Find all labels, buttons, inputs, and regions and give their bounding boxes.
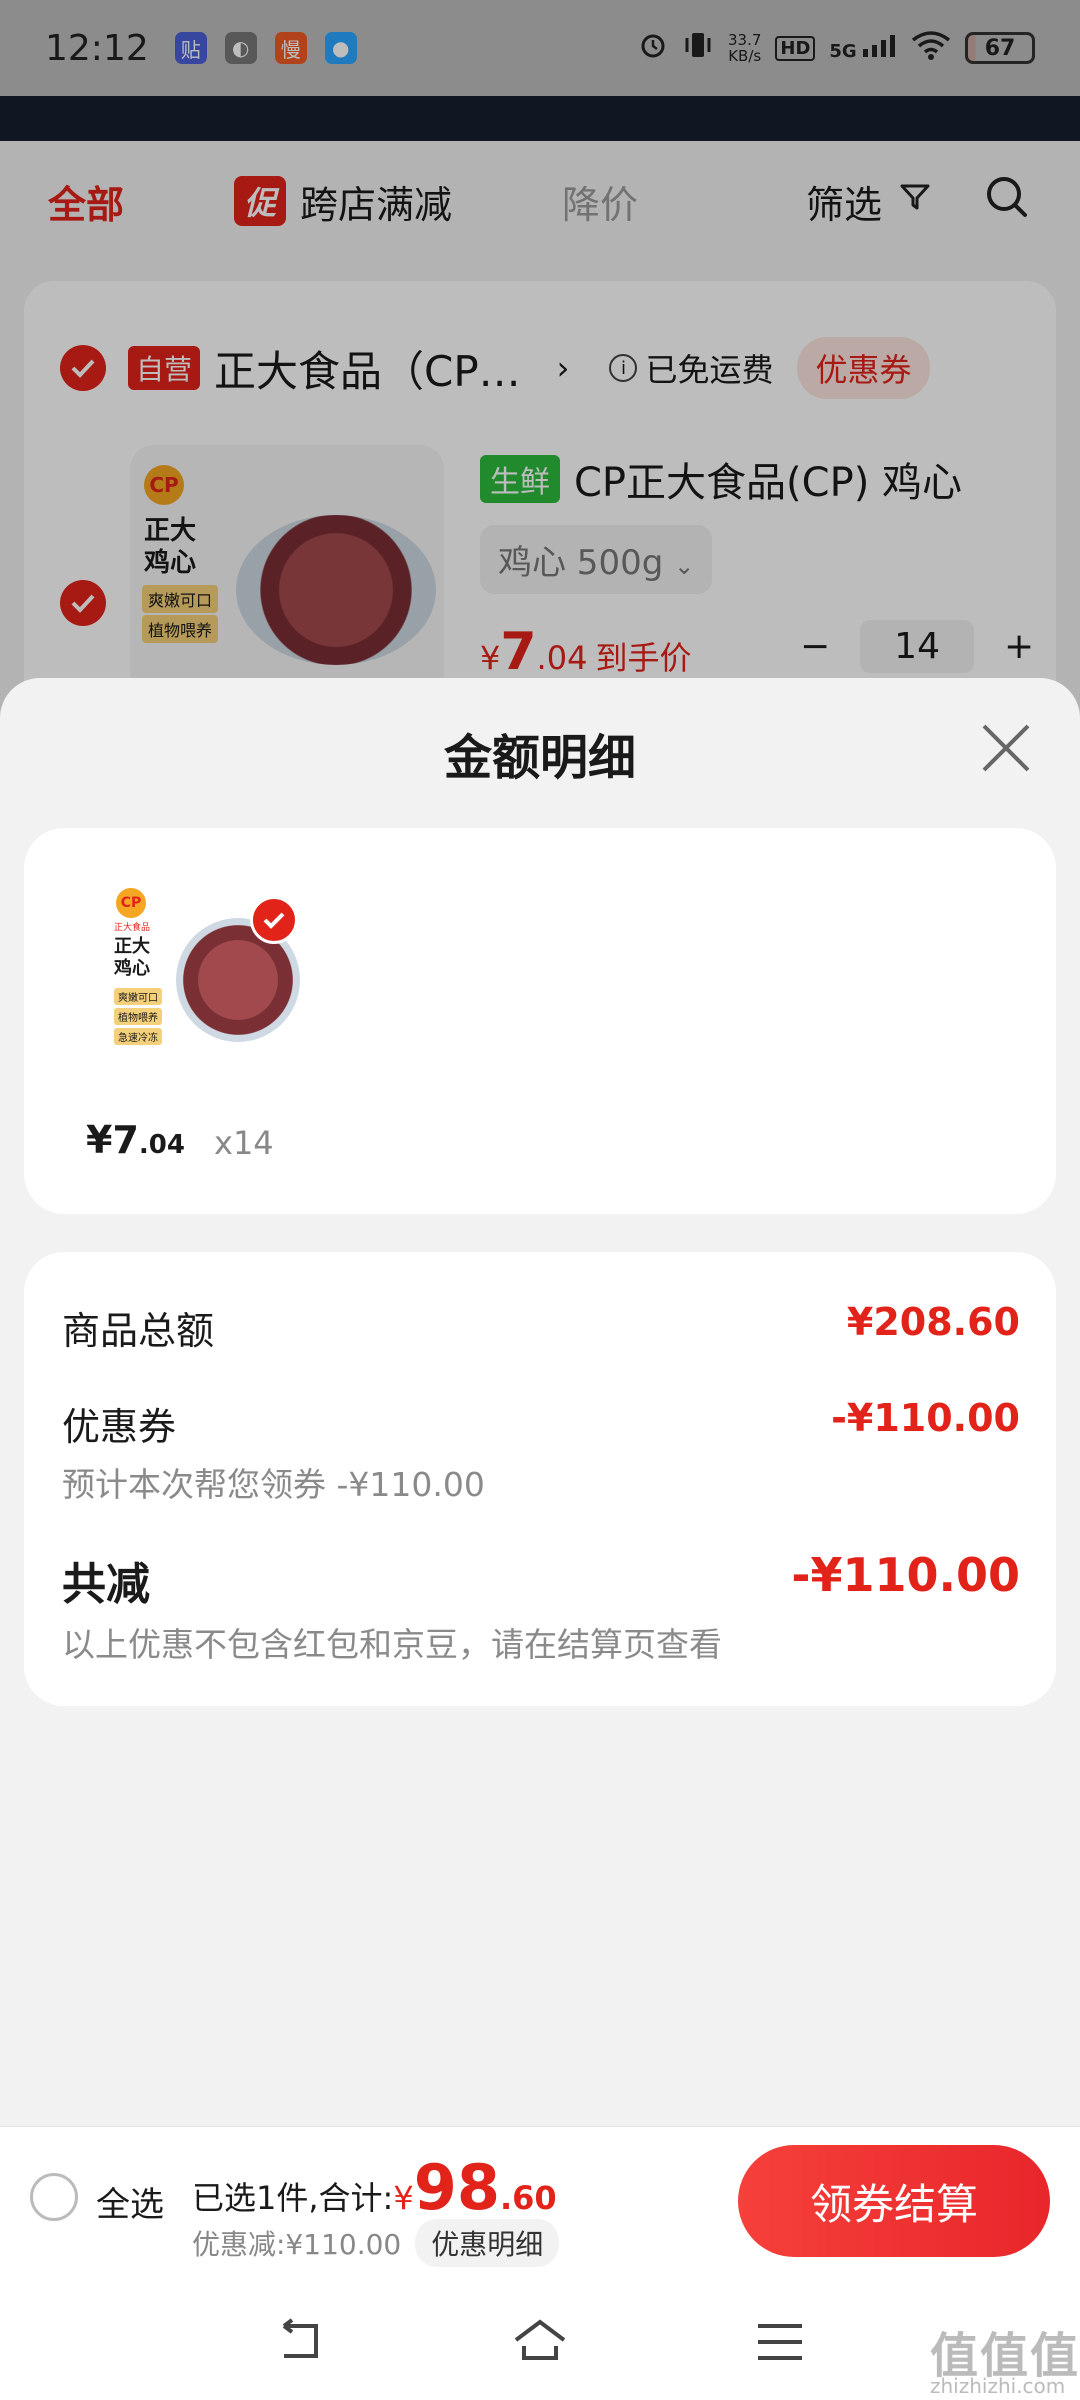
discount-text: 优惠减:¥110.00 [192, 2228, 402, 2261]
checkout-button[interactable]: 领券结算 [738, 2145, 1050, 2257]
coupon-subtext: 预计本次帮您领券 -¥110.00 [62, 1465, 485, 1504]
package-tag: 爽嫩可口 [114, 988, 162, 1005]
package-tag: 植物喂养 [114, 1008, 162, 1025]
item-selected-check-icon[interactable] [250, 896, 298, 944]
total-label: 商品总额 [62, 1309, 215, 1353]
discount-detail-button[interactable]: 优惠明细 [415, 2219, 560, 2267]
total-reduce-label: 共减 [62, 1559, 150, 1610]
sheet-title: 金额明细 [443, 730, 636, 786]
package-tag: 急速冷冻 [114, 1028, 162, 1045]
coupon-value: -¥110.00 [831, 1396, 1020, 1440]
system-nav-bar [0, 2276, 1080, 2400]
amount-detail-sheet: 金额明细 CP 正大食品 正大 鸡心 爽嫩可口 植物喂养 急速冷冻 ¥7.04 x… [0, 678, 1080, 2126]
selected-total: 已选1件,合计: ¥98.60 [192, 2151, 557, 2224]
item-quantity: x14 [214, 1124, 274, 1162]
package-text: 正大 鸡心 [114, 936, 150, 979]
total-value: ¥208.60 [846, 1300, 1020, 1344]
close-icon[interactable] [978, 720, 1034, 776]
total-reduce-value: -¥110.00 [791, 1548, 1020, 1602]
coupon-label: 优惠券 [62, 1405, 177, 1449]
discount-line: 优惠减:¥110.00 优惠明细 [192, 2219, 560, 2267]
package-maker: 正大食品 [114, 923, 151, 933]
summary-card: 商品总额 ¥208.60 优惠券 -¥110.00 预计本次帮您领券 -¥110… [24, 1252, 1056, 1706]
item-price: ¥7.04 [86, 1118, 185, 1162]
items-card: CP 正大食品 正大 鸡心 爽嫩可口 植物喂养 急速冷冻 ¥7.04 x14 [24, 828, 1056, 1214]
select-all-checkbox[interactable] [30, 2173, 78, 2221]
back-icon[interactable] [270, 2312, 330, 2372]
checkout-bar: 全选 已选1件,合计: ¥98.60 优惠减:¥110.00 优惠明细 领券结算 [0, 2126, 1080, 2276]
watermark-sub: zhizhizhi.com [930, 2374, 1066, 2398]
reduce-note: 以上优惠不包含红包和京豆，请在结算页查看 [62, 1625, 722, 1664]
cart-page: 全部 促 跨店满减 降价 筛选 自营 正大食品（CP… › i 已免运费 优惠券… [0, 0, 1080, 821]
cp-logo: CP [116, 888, 146, 918]
menu-icon[interactable] [750, 2312, 810, 2372]
home-icon[interactable] [510, 2312, 570, 2372]
select-all-label[interactable]: 全选 [96, 2177, 164, 2226]
